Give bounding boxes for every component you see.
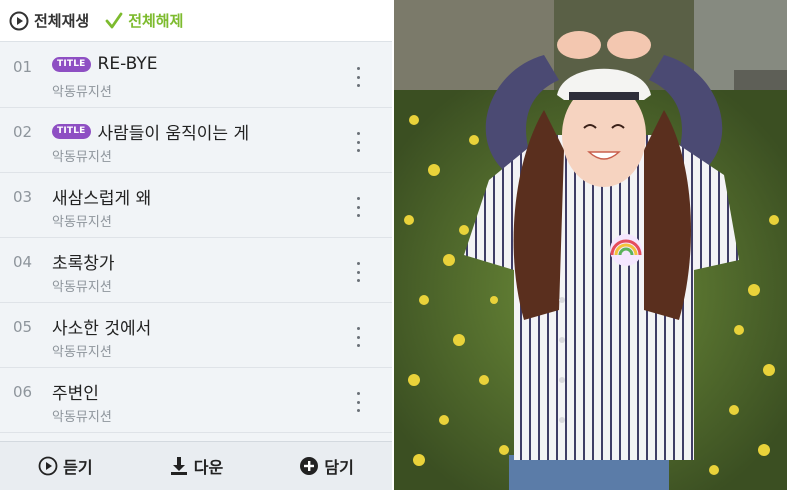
deselect-all-button[interactable]: 전체해제 <box>105 10 183 31</box>
download-button[interactable]: 다운 <box>169 454 223 478</box>
track-row[interactable]: 02 TITLE 사람들이 움직이는 게 악동뮤지션 <box>0 108 392 173</box>
title-badge: TITLE <box>52 124 91 139</box>
track-row[interactable]: 01 TITLE RE-BYE 악동뮤지션 <box>0 43 392 108</box>
track-number: 05 <box>13 318 33 336</box>
track-row[interactable]: 05 사소한 것에서 악동뮤지션 <box>0 303 392 368</box>
track-title: 새삼스럽게 왜 <box>52 189 152 209</box>
list-toolbar: 전체재생 전체해제 <box>0 0 392 42</box>
track-artist: 악동뮤지션 <box>52 215 112 230</box>
track-title: 주변인 <box>52 384 99 404</box>
track-artist: 악동뮤지션 <box>52 345 112 360</box>
track-number: 02 <box>13 123 33 141</box>
more-vertical-icon[interactable] <box>350 392 366 412</box>
download-icon <box>170 457 187 475</box>
track-artist: 악동뮤지션 <box>52 85 112 100</box>
track-row[interactable]: 06 주변인 악동뮤지션 <box>0 368 392 433</box>
track-list: 01 TITLE RE-BYE 악동뮤지션 02 TITLE 사람들이 움직이는… <box>0 43 392 433</box>
title-badge: TITLE <box>52 56 91 72</box>
play-all-button[interactable]: 전체재생 <box>9 10 89 31</box>
music-list-panel: 전체재생 전체해제 01 TITLE RE-BYE 악동뮤지션 02 TITLE… <box>0 0 392 490</box>
track-artist: 악동뮤지션 <box>52 150 112 165</box>
add-label: 담기 <box>324 458 354 477</box>
track-number: 06 <box>13 383 33 401</box>
artist-photo <box>394 0 787 490</box>
play-circle-icon <box>9 11 29 30</box>
track-title: 사소한 것에서 <box>52 319 152 339</box>
photo-illustration <box>394 0 787 490</box>
add-to-playlist-button[interactable]: 담기 <box>299 454 354 478</box>
track-number: 01 <box>13 58 33 76</box>
more-vertical-icon[interactable] <box>350 327 366 347</box>
listen-label: 듣기 <box>63 458 93 477</box>
action-bar: 듣기 다운 담기 <box>0 441 392 490</box>
deselect-all-label: 전체해제 <box>128 12 184 30</box>
play-all-label: 전체재생 <box>34 12 90 30</box>
track-row[interactable]: 04 초록창가 악동뮤지션 <box>0 238 392 303</box>
check-icon <box>105 12 123 28</box>
download-label: 다운 <box>193 458 224 477</box>
plus-circle-icon <box>300 457 319 475</box>
track-title: 사람들이 움직이는 게 <box>97 124 250 144</box>
track-title: 초록창가 <box>52 254 115 274</box>
track-artist: 악동뮤지션 <box>52 410 112 425</box>
more-vertical-icon[interactable] <box>350 132 366 152</box>
more-vertical-icon[interactable] <box>350 67 366 87</box>
track-number: 04 <box>13 253 33 271</box>
track-artist: 악동뮤지션 <box>52 280 112 295</box>
more-vertical-icon[interactable] <box>350 197 366 217</box>
track-number: 03 <box>13 188 33 206</box>
track-title: RE-BYE <box>97 54 158 74</box>
listen-button[interactable]: 듣기 <box>38 454 93 478</box>
track-row[interactable]: 03 새삼스럽게 왜 악동뮤지션 <box>0 173 392 238</box>
play-circle-icon <box>38 456 58 476</box>
more-vertical-icon[interactable] <box>350 262 366 282</box>
